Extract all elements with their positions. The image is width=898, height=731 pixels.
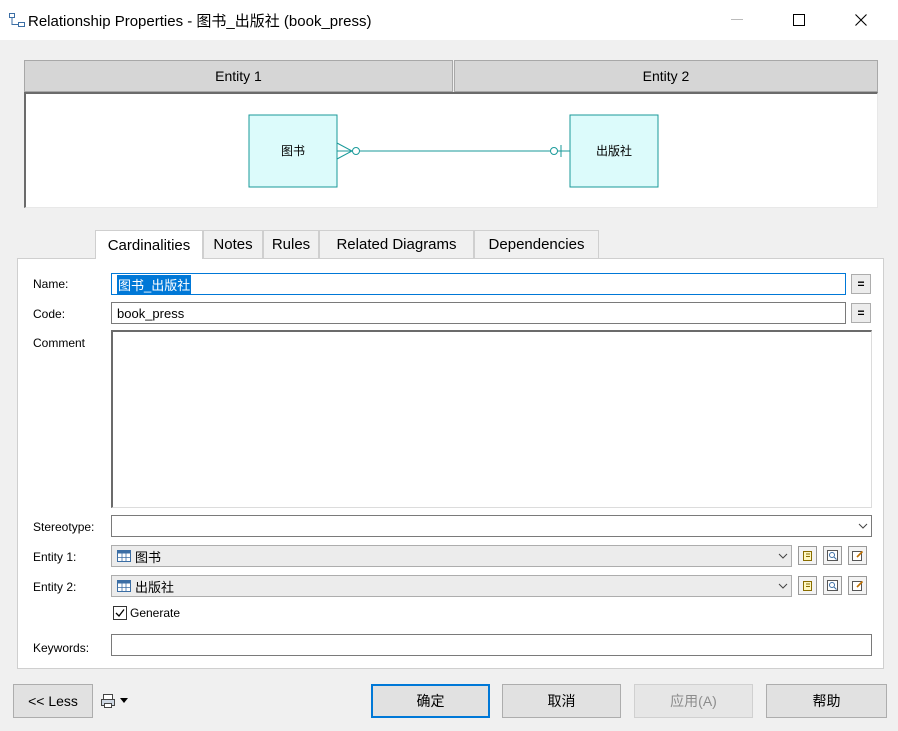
chevron-down-icon	[858, 523, 868, 529]
cancel-button[interactable]: 取消	[502, 684, 621, 718]
tab-cardinalities[interactable]: Cardinalities	[95, 230, 203, 259]
close-button[interactable]	[838, 0, 884, 40]
generate-checkbox[interactable]: Generate	[113, 606, 180, 620]
entity2-box-label: 出版社	[596, 143, 632, 158]
tab-notes[interactable]: Notes	[203, 230, 263, 258]
relationship-diagram: 图书 出版社	[248, 114, 659, 188]
properties-icon	[852, 580, 864, 591]
tab-rules[interactable]: Rules	[263, 230, 319, 258]
entity2-label: Entity 2:	[33, 580, 77, 594]
printer-icon	[101, 694, 115, 708]
name-input[interactable]: 图书_出版社	[111, 273, 846, 295]
minimize-icon	[731, 19, 743, 20]
dropdown-arrow-icon	[120, 698, 128, 703]
entity1-label: Entity 1:	[33, 550, 77, 564]
entity2-select-button[interactable]	[823, 576, 842, 595]
minimize-button[interactable]	[714, 0, 760, 40]
stereotype-select[interactable]	[111, 515, 872, 537]
keywords-input[interactable]	[111, 634, 872, 656]
optional-circle-icon-2	[550, 147, 558, 155]
maximize-icon	[793, 14, 805, 26]
entity1-box-label: 图书	[281, 144, 305, 158]
name-eq-button[interactable]: =	[851, 274, 871, 294]
code-input[interactable]: book_press	[111, 302, 846, 324]
chevron-down-icon	[778, 553, 788, 559]
maximize-button[interactable]	[776, 0, 822, 40]
new-object-icon	[803, 581, 812, 591]
entity1-header: Entity 1	[24, 60, 453, 92]
stereotype-label: Stereotype:	[33, 520, 95, 534]
entity-table-icon	[117, 550, 131, 562]
close-icon	[855, 14, 867, 26]
relationship-preview: 图书 出版社	[24, 92, 878, 208]
checkbox-checked-icon	[113, 606, 127, 620]
relationship-icon	[9, 12, 25, 28]
print-menu-button[interactable]	[100, 693, 128, 709]
generate-label: Generate	[130, 606, 181, 620]
keywords-label: Keywords:	[33, 641, 90, 655]
entity1-create-button[interactable]	[798, 546, 817, 565]
apply-button[interactable]: 应用(A)	[634, 684, 753, 718]
less-button[interactable]: << Less	[13, 684, 93, 718]
comment-textarea[interactable]	[111, 330, 872, 508]
chevron-down-icon	[778, 583, 788, 589]
entity2-value: 出版社	[135, 579, 175, 595]
browse-icon	[827, 580, 838, 591]
comment-label: Comment	[33, 336, 86, 350]
window-title: Relationship Properties - 图书_出版社 (book_p…	[28, 13, 372, 30]
entity-table-icon	[117, 580, 131, 592]
name-label: Name:	[33, 277, 69, 291]
entity1-select-button[interactable]	[823, 546, 842, 565]
entity2-create-button[interactable]	[798, 576, 817, 595]
code-value: book_press	[117, 305, 185, 321]
entity2-header: Entity 2	[454, 60, 878, 92]
entity2-properties-button[interactable]	[848, 576, 867, 595]
entity1-value: 图书	[135, 549, 162, 565]
properties-icon	[852, 550, 864, 561]
code-label: Code:	[33, 307, 66, 321]
optional-circle-icon	[352, 147, 360, 155]
new-object-icon	[803, 551, 812, 561]
code-eq-button[interactable]: =	[851, 303, 871, 323]
entity1-properties-button[interactable]	[848, 546, 867, 565]
browse-icon	[827, 550, 838, 561]
name-value: 图书_出版社	[117, 274, 192, 294]
help-button[interactable]: 帮助	[766, 684, 887, 718]
tab-dependencies[interactable]: Dependencies	[474, 230, 599, 258]
ok-button[interactable]: 确定	[371, 684, 490, 718]
tab-related-diagrams[interactable]: Related Diagrams	[319, 230, 474, 258]
entity2-select[interactable]: 出版社	[111, 575, 792, 597]
entity1-select[interactable]: 图书	[111, 545, 792, 567]
